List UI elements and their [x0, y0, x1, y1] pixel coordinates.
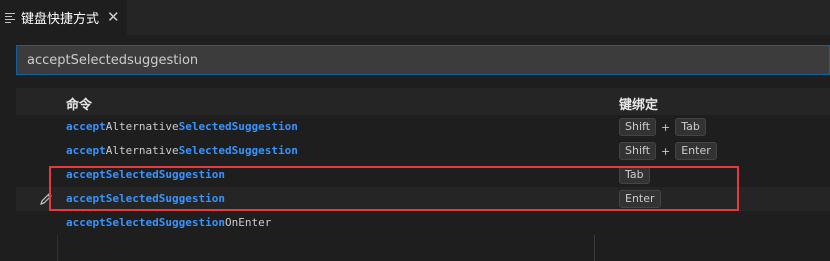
- header-command[interactable]: 命令: [66, 94, 92, 113]
- key-label: Tab: [675, 118, 706, 136]
- key-label: Tab: [619, 166, 650, 184]
- search-match-text: acceptSelectedSuggestion: [66, 192, 225, 205]
- editor-tab-bar: 键盘快捷方式 ✕: [0, 0, 830, 35]
- table-row[interactable]: acceptSelectedSuggestion Tab: [16, 163, 830, 187]
- command-id: acceptSelectedSuggestionOnEnter: [66, 216, 271, 229]
- keybinding-cell: Shift + Enter: [619, 142, 717, 160]
- key-label: Shift: [619, 142, 657, 160]
- table-row[interactable]: acceptAlternativeSelectedSuggestion Shift…: [16, 115, 830, 139]
- command-id: acceptSelectedSuggestion: [66, 192, 225, 205]
- keybindings-table: 命令 键绑定 acceptAlternativeSelectedSuggesti…: [16, 88, 830, 235]
- command-text: OnEnter: [224, 216, 272, 229]
- command-id: acceptSelectedSuggestion: [66, 168, 225, 181]
- key-separator: +: [661, 120, 671, 134]
- command-id: acceptAlternativeSelectedSuggestion: [66, 120, 298, 133]
- close-icon[interactable]: ✕: [107, 10, 120, 25]
- key-label: Shift: [619, 118, 657, 136]
- keybindings-search-box[interactable]: acceptSelectedsuggestion: [16, 45, 830, 75]
- search-match-text: accept: [66, 144, 106, 157]
- command-id: acceptAlternativeSelectedSuggestion: [66, 144, 298, 157]
- header-keybinding[interactable]: 键绑定: [619, 94, 658, 113]
- edit-pencil-icon[interactable]: [38, 191, 54, 207]
- key-label: Enter: [675, 142, 717, 160]
- keybinding-cell: Enter: [619, 190, 661, 208]
- table-row[interactable]: acceptAlternativeSelectedSuggestion Shift…: [16, 139, 830, 163]
- command-text: Alternative: [105, 120, 179, 133]
- search-input[interactable]: acceptSelectedsuggestion: [27, 53, 198, 68]
- command-text: Alternative: [105, 144, 179, 157]
- list-icon: [5, 12, 17, 24]
- search-match-text: acceptSelectedSuggestion: [66, 168, 225, 181]
- keybinding-cell: Tab: [619, 166, 650, 184]
- search-match-text: acceptSelectedSuggestion: [66, 216, 225, 229]
- key-label: Enter: [619, 190, 661, 208]
- table-row[interactable]: acceptSelectedSuggestionOnEnter: [16, 211, 830, 235]
- table-header: 命令 键绑定: [16, 88, 830, 115]
- search-match-text: SelectedSuggestion: [178, 120, 298, 133]
- table-row[interactable]: acceptSelectedSuggestion Enter: [16, 187, 830, 211]
- search-match-text: accept: [66, 120, 106, 133]
- search-match-text: SelectedSuggestion: [178, 144, 298, 157]
- key-separator: +: [661, 144, 671, 158]
- table-body: acceptAlternativeSelectedSuggestion Shift…: [16, 115, 830, 235]
- tab-keyboard-shortcuts[interactable]: 键盘快捷方式 ✕: [0, 0, 127, 35]
- keybinding-cell: Shift + Tab: [619, 118, 706, 136]
- tab-title: 键盘快捷方式: [21, 12, 100, 27]
